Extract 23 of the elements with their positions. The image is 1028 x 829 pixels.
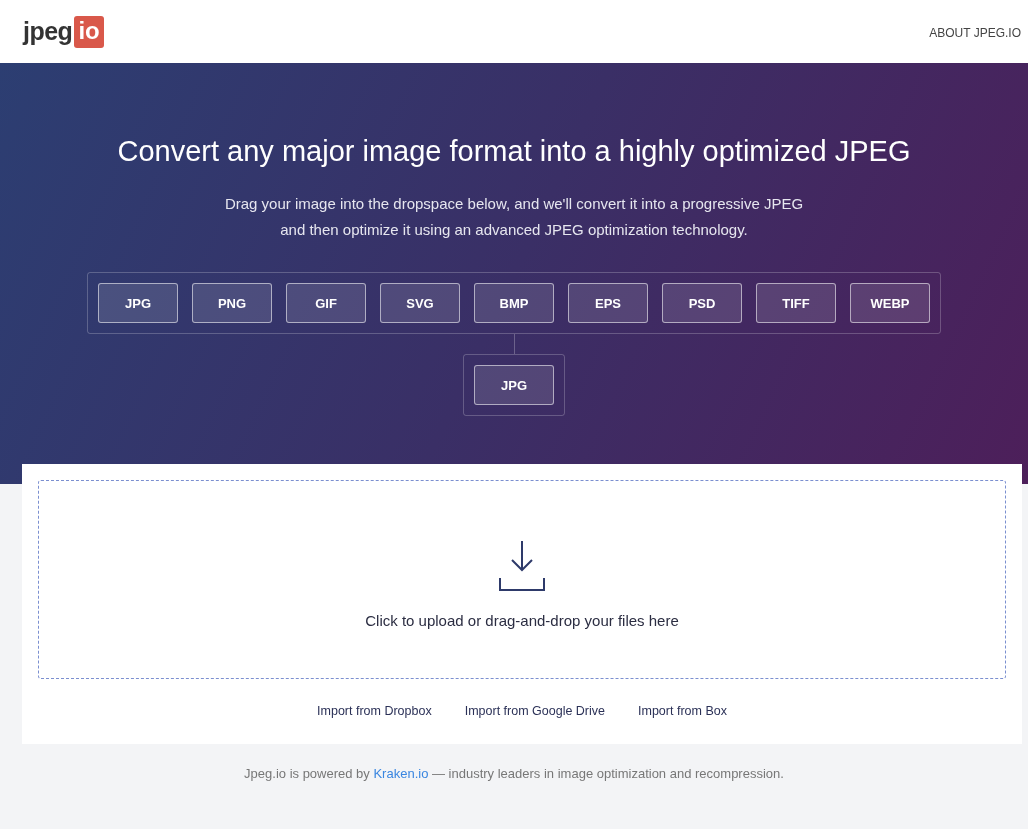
logo[interactable]: jpeg io [23, 15, 104, 48]
import-link[interactable]: Import from Google Drive [464, 704, 605, 718]
format-button[interactable]: TIFF [756, 283, 836, 323]
format-button[interactable]: EPS [568, 283, 648, 323]
format-button[interactable]: WEBP [850, 283, 930, 323]
dropzone[interactable]: Click to upload or drag-and-drop your files here [38, 480, 1006, 679]
hero-subtitle: Drag your image into the dropspace below, and we'll convert it into a progressive JPEG [224, 194, 804, 214]
format-button[interactable]: BMP [474, 283, 554, 323]
format-button[interactable]: PSD [662, 283, 742, 323]
import-link[interactable]: Import from Box [638, 704, 727, 718]
kraken-link[interactable]: Kraken.io [373, 766, 429, 781]
import-link[interactable]: Import from Dropbox [317, 704, 432, 718]
format-button[interactable]: SVG [380, 283, 460, 323]
format-button[interactable]: GIF [286, 283, 366, 323]
format-button[interactable]: JPG [98, 283, 178, 323]
hero-subtitle: and then optimize it using an advanced JPEG optimization technology. [279, 220, 749, 240]
format-button[interactable]: JPG [474, 365, 554, 405]
nav-link[interactable]: ABOUT JPEG.IO [929, 25, 1021, 40]
format-button[interactable]: PNG [192, 283, 272, 323]
upload-instruction: Click to upload or drag-and-drop your files here [365, 612, 679, 629]
hero-title: Convert any major image format into a highly optimized JPEG [117, 135, 911, 168]
footer-text: Jpeg.io is powered by Kraken.io — industry leaders in image optimization and recompression. [243, 766, 785, 781]
download-icon [499, 540, 545, 592]
